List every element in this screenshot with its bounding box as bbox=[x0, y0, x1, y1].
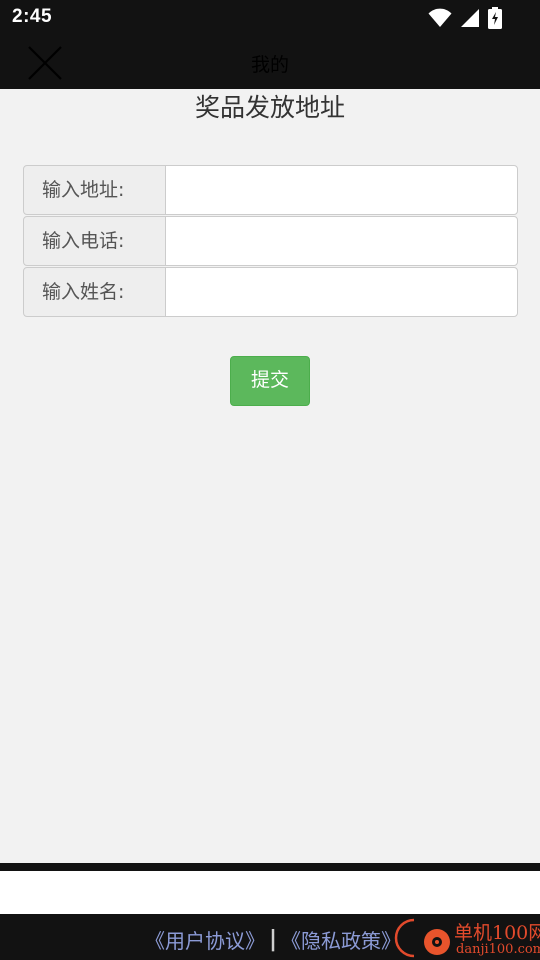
submit-button[interactable]: 提交 bbox=[230, 356, 310, 406]
address-label: 输入地址: bbox=[23, 165, 166, 215]
phone-input[interactable] bbox=[165, 216, 518, 266]
top-bar-title: 我的 bbox=[250, 54, 289, 76]
wifi-icon bbox=[428, 8, 452, 27]
cellular-signal-icon bbox=[461, 9, 479, 27]
phone-label: 输入电话: bbox=[23, 216, 166, 266]
top-bar: 我的 bbox=[0, 36, 540, 89]
user-agreement-link[interactable]: 《用户协议》 bbox=[145, 925, 265, 954]
bottom-bar: 《用户协议》 | 《隐私政策》 单机100网 danji100.com bbox=[0, 914, 540, 960]
status-icons bbox=[428, 7, 502, 29]
status-time: 2:45 bbox=[12, 6, 53, 27]
name-input[interactable] bbox=[165, 267, 518, 317]
policy-links: 《用户协议》 | 《隐私政策》 bbox=[145, 925, 401, 954]
bottom-divider bbox=[0, 863, 540, 871]
watermark-subtitle: danji100.com bbox=[456, 942, 540, 957]
status-bar: 2:45 bbox=[0, 0, 540, 36]
address-input[interactable] bbox=[165, 165, 518, 215]
watermark-title: 单机100网 bbox=[454, 922, 540, 944]
address-row: 输入地址: bbox=[23, 165, 518, 215]
page-title: 奖品发放地址 bbox=[194, 93, 345, 122]
name-row: 输入姓名: bbox=[23, 267, 518, 317]
privacy-policy-link[interactable]: 《隐私政策》 bbox=[281, 925, 401, 954]
battery-charging-icon bbox=[488, 7, 502, 29]
phone-row: 输入电话: bbox=[23, 216, 518, 266]
bottom-white-strip bbox=[0, 871, 540, 914]
name-label: 输入姓名: bbox=[23, 267, 166, 317]
link-separator: | bbox=[269, 927, 278, 952]
watermark: 单机100网 danji100.com bbox=[390, 918, 540, 958]
watermark-logo-icon bbox=[394, 918, 450, 958]
